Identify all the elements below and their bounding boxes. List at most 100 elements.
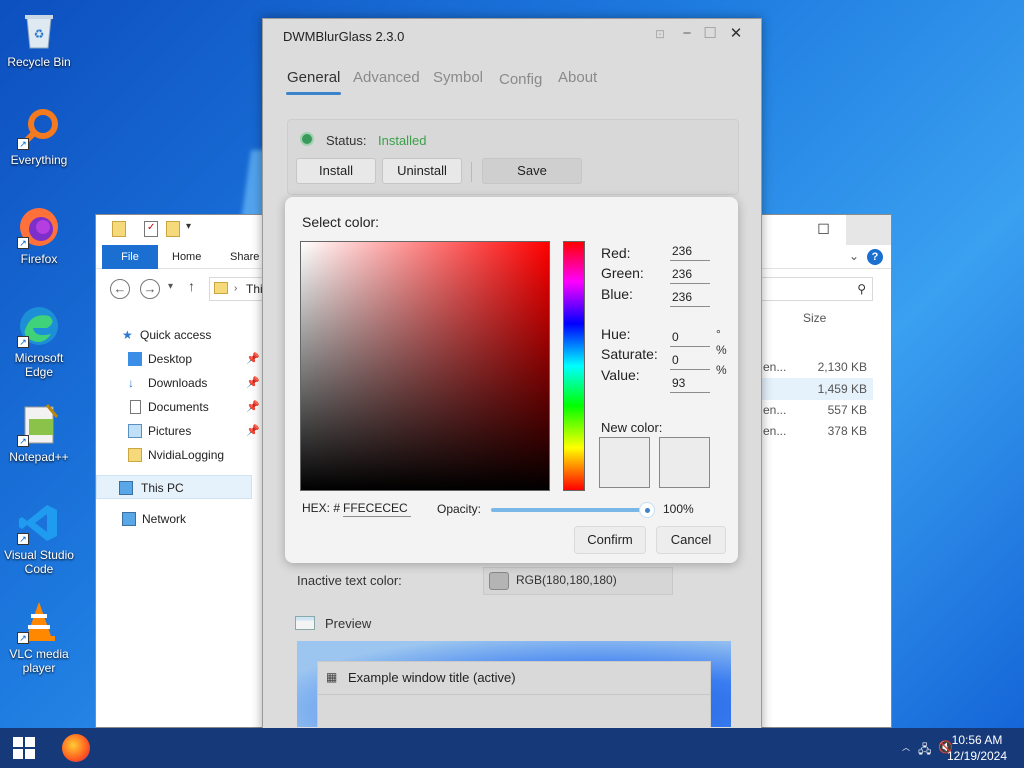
inactive-text-color-picker[interactable]: RGB(180,180,180) [483,567,673,595]
file-row[interactable]: en... 557 KB [761,399,873,421]
preview-label: Preview [325,616,372,631]
status-panel: Status: Installed Install Uninstall Save [287,119,739,195]
pin-icon[interactable]: 📌 [246,347,260,371]
folder-icon [128,448,142,462]
desktop-icon-vlc[interactable]: ↗ VLC media player [0,600,78,675]
saturation-value-square[interactable] [300,241,550,491]
search-icon: ⚲ [857,282,866,296]
address-bar[interactable]: › Thi [209,277,269,301]
nav-downloads[interactable]: ↓ Downloads 📌 [102,371,262,395]
nav-pictures[interactable]: Pictures 📌 [102,419,262,443]
uninstall-button[interactable]: Uninstall [382,158,462,184]
preview-window-icon [295,616,315,630]
inactive-text-color-label: Inactive text color: [297,573,402,588]
file-size: 378 KB [827,424,867,438]
install-button[interactable]: Install [296,158,376,184]
tab-general[interactable]: General [287,69,340,86]
desktop-icon-vscode[interactable]: ↗ Visual Studio Code [0,501,78,576]
shortcut-arrow-icon: ↗ [17,435,29,447]
green-input[interactable]: 236 [670,264,710,284]
nav-documents[interactable]: Documents 📌 [102,395,262,419]
color-picker-dialog[interactable]: Select color: Red: 236 Green: 236 Blue: … [285,197,738,563]
maximize-icon[interactable]: ☐ [700,24,720,44]
pin-window-icon[interactable]: ⊡ [650,24,670,44]
file-row[interactable]: en... 378 KB [761,420,873,442]
blue-input[interactable]: 236 [670,287,710,307]
properties-icon[interactable]: ✓ [144,221,158,237]
tab-advanced[interactable]: Advanced [353,69,420,86]
nav-network[interactable]: Network [102,507,262,531]
color-picker-title: Select color: [302,214,380,230]
divider [318,694,710,695]
desktop-icon-label: Visual Studio Code [4,548,74,576]
nav-label: Pictures [148,424,192,438]
hue-slider[interactable] [563,241,585,491]
pin-icon[interactable]: 📌 [246,395,260,419]
saturate-label: Saturate: [601,346,658,362]
nav-desktop[interactable]: Desktop 📌 [102,347,262,371]
recycle-bin-icon: ♻ [17,8,61,52]
back-icon[interactable]: ← [110,279,130,299]
hue-input[interactable]: 0 [670,327,710,347]
show-hidden-icons-icon[interactable]: ︿ [902,742,918,756]
ribbon-tab-file[interactable]: File [102,245,158,269]
shortcut-arrow-icon: ↗ [17,336,29,348]
network-icon [122,512,136,526]
search-input[interactable]: ⚲ [761,277,873,301]
help-icon[interactable]: ? [867,249,883,265]
red-input[interactable]: 236 [670,241,710,261]
pictures-icon [128,424,142,438]
up-icon[interactable]: ↑ [188,278,195,294]
close-icon[interactable]: ✕ [726,24,746,44]
value-input[interactable]: 93 [670,373,710,393]
expand-ribbon-icon[interactable]: ⌄ [849,249,859,263]
new-folder-icon[interactable] [166,221,180,237]
network-icon[interactable]: 🖧 [918,740,934,756]
maximize-icon[interactable]: ☐ [801,215,846,245]
desktop-icon-edge[interactable]: ↗ Microsoft Edge [0,304,78,379]
file-row[interactable]: 1,459 KB [761,378,873,400]
pin-icon[interactable]: 📌 [246,371,260,395]
nav-label: Quick access [140,328,212,342]
saturate-input[interactable]: 0 [670,350,710,370]
opacity-slider-track[interactable] [491,508,647,512]
green-label: Green: [601,265,644,281]
windows-logo-pane [25,737,35,747]
saturate-unit: % [716,343,727,357]
start-button[interactable] [0,728,48,768]
minimize-icon[interactable]: − [677,24,697,44]
desktop-icon-notepad-plus-plus[interactable]: ↗ Notepad++ [0,403,78,465]
hex-input[interactable]: FFECECEC [343,499,411,517]
old-color-swatch [659,437,710,488]
desktop-icon-firefox[interactable]: ↗ Firefox [0,205,78,267]
save-button[interactable]: Save [482,158,582,184]
tab-about[interactable]: About [558,69,597,86]
desktop-icon-recycle-bin[interactable]: ♻ Recycle Bin [0,8,78,70]
preview-header: Preview [295,614,495,634]
forward-icon[interactable]: → [140,279,160,299]
desktop-icon-everything[interactable]: ↗ Everything [0,106,78,168]
ribbon-tab-home[interactable]: Home [162,245,211,269]
confirm-button[interactable]: Confirm [574,526,646,554]
nav-nvidialogging[interactable]: NvidiaLogging [102,443,262,467]
red-label: Red: [601,245,631,261]
cancel-button[interactable]: Cancel [656,526,726,554]
file-row[interactable]: en... 2,130 KB [761,356,873,378]
example-window-title: Example window title (active) [348,670,516,685]
value-label: Value: [601,367,640,383]
preview-area: ▦ Example window title (active) [297,641,731,727]
tab-symbol[interactable]: Symbol [433,69,483,86]
column-header-size[interactable]: Size [803,311,826,325]
pin-icon[interactable]: 📌 [246,419,260,443]
close-icon[interactable] [846,215,891,245]
nav-this-pc[interactable]: This PC [96,475,252,499]
taskbar-firefox-icon[interactable] [62,734,90,762]
opacity-slider-thumb[interactable] [639,502,655,518]
clock[interactable]: 10:56 AM 12/19/2024 [942,732,1012,764]
tab-config[interactable]: Config [499,71,542,88]
windows-logo-icon [13,737,23,747]
nav-quick-access[interactable]: ★ Quick access [102,323,262,347]
recent-locations-icon[interactable]: ▾ [168,281,173,292]
customize-quick-access-icon[interactable]: ▾ [186,221,200,237]
taskbar: ︿ 🖧 🔇 10:56 AM 12/19/2024 [0,728,1024,768]
